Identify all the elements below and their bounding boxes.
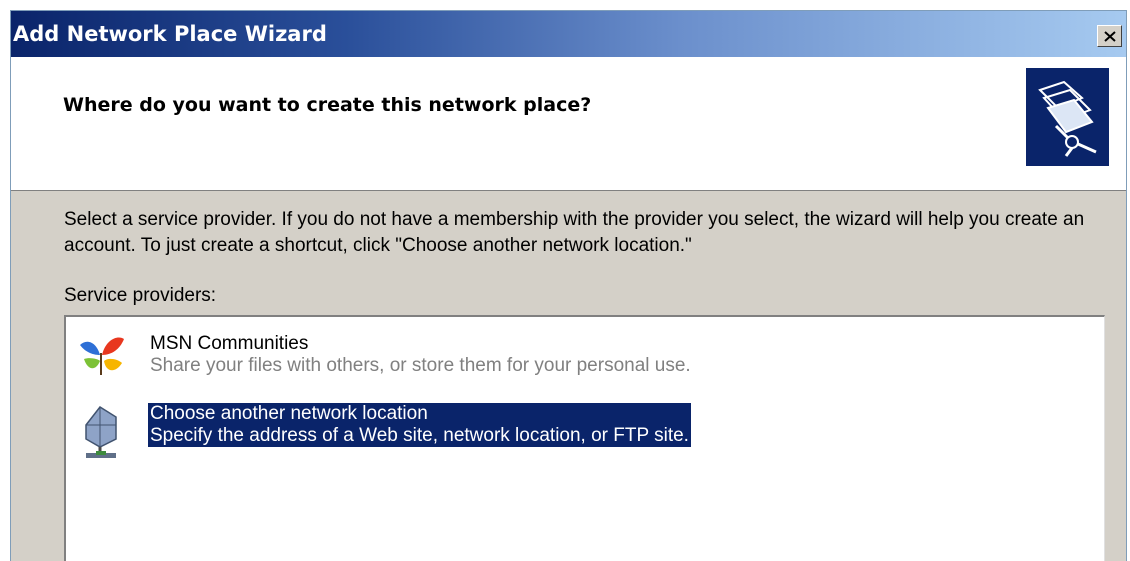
provider-name: MSN Communities xyxy=(150,333,309,354)
provider-name: Choose another network location xyxy=(150,403,428,424)
instructions-text: Select a service provider. If you do not… xyxy=(64,209,1085,256)
wizard-window: Add Network Place Wizard Where do you wa… xyxy=(10,10,1127,561)
selected-provider-text[interactable]: Choose another network location Specify … xyxy=(148,403,691,447)
provider-description: Share your files with others, or store t… xyxy=(150,355,691,376)
wizard-header: Where do you want to create this network… xyxy=(11,57,1126,191)
msn-butterfly-icon xyxy=(76,331,128,383)
list-item-msn-communities[interactable]: MSN Communities Share your files with ot… xyxy=(66,327,1096,387)
service-providers-label: Service providers: xyxy=(64,285,217,306)
service-providers-list[interactable]: MSN Communities Share your files with ot… xyxy=(64,315,1105,561)
provider-description: Specify the address of a Web site, netwo… xyxy=(150,425,689,446)
close-button[interactable] xyxy=(1097,25,1122,47)
close-icon xyxy=(1104,31,1116,42)
title-bar[interactable]: Add Network Place Wizard xyxy=(11,11,1126,57)
network-globe-icon xyxy=(76,401,128,458)
network-folder-icon xyxy=(1026,68,1109,166)
list-item-choose-another-location[interactable]: Choose another network location Specify … xyxy=(66,401,1096,461)
page-title: Where do you want to create this network… xyxy=(63,94,592,116)
window-title: Add Network Place Wizard xyxy=(13,22,327,46)
